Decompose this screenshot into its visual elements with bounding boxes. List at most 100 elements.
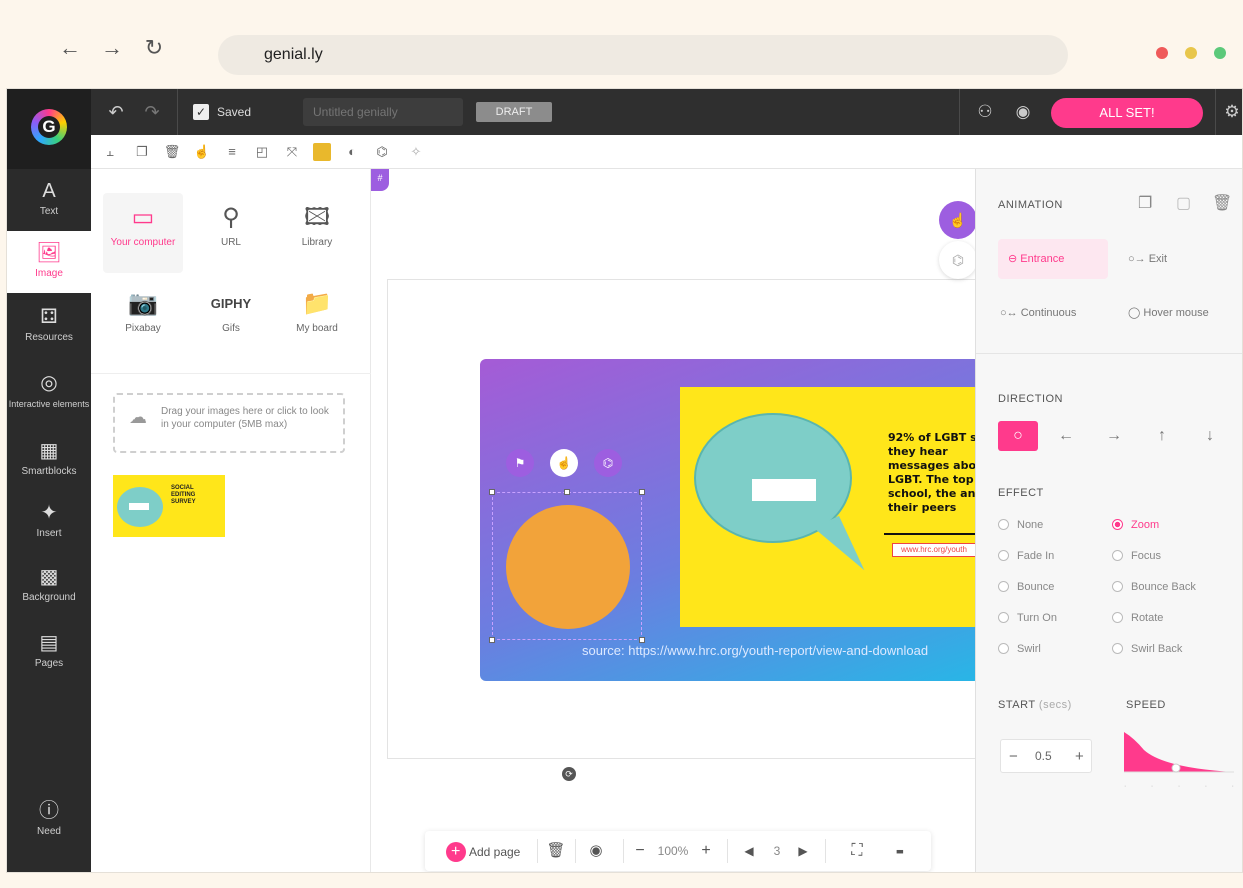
effect-option[interactable]: Bounce Back xyxy=(1112,581,1196,593)
color-swatch[interactable] xyxy=(313,143,331,161)
sidebar-item-pages[interactable]: ▤ Pages xyxy=(7,621,91,683)
settings-gear-icon[interactable]: ⚙ xyxy=(1219,89,1242,135)
direction-left-button[interactable]: ← xyxy=(1046,421,1086,451)
effect-option[interactable]: Fade In xyxy=(998,550,1054,562)
source-url[interactable]: ⚲ URL xyxy=(191,193,271,273)
radio-button xyxy=(998,612,1009,623)
element-tag-icon[interactable]: ⚑ xyxy=(506,449,534,477)
start-delay-value[interactable]: 0.5 xyxy=(1035,749,1052,763)
direction-up-button[interactable]: ↑ xyxy=(1142,421,1182,451)
delete-icon[interactable]: 🗑 xyxy=(163,143,181,161)
paste-animation-icon[interactable]: ▢ xyxy=(1176,193,1191,213)
animation-entrance[interactable]: ⊖ Entrance xyxy=(998,239,1108,279)
element-link-icon[interactable]: ⌬ xyxy=(594,449,622,477)
delete-page-icon[interactable]: 🗑 xyxy=(543,831,569,871)
giphy-logo-icon: GIPHY xyxy=(210,296,252,311)
source-my-board[interactable]: 📁 My board xyxy=(277,279,357,359)
sidebar-item-background[interactable]: ▩ Background xyxy=(7,555,91,617)
floating-interactivity-icon[interactable]: ☝ xyxy=(939,201,977,239)
floating-animation-icon[interactable]: ⌬ xyxy=(939,241,977,279)
layers-icon[interactable]: ≡ xyxy=(223,143,241,161)
direction-center-button[interactable]: ○ xyxy=(998,421,1038,451)
next-page-icon[interactable]: ▶ xyxy=(793,831,813,871)
opacity-icon[interactable]: ◐ xyxy=(343,143,361,161)
share-user-icon[interactable]: ⚇ xyxy=(967,89,1003,135)
effect-option[interactable]: None xyxy=(998,519,1043,531)
effect-option[interactable]: Swirl Back xyxy=(1112,643,1182,655)
animation-magic-icon[interactable]: ✧ xyxy=(407,143,425,161)
zoom-in-button[interactable]: + xyxy=(697,831,715,871)
interactive-elements-icon: ◎ xyxy=(40,372,58,394)
animation-icon[interactable]: ⌬ xyxy=(373,143,391,161)
sidebar-item-text[interactable]: A Text xyxy=(7,169,91,231)
effect-label: Bounce Back xyxy=(1131,581,1196,593)
project-name-input[interactable] xyxy=(303,98,463,126)
source-pixabay[interactable]: 📷 Pixabay xyxy=(103,279,183,359)
sidebar-item-insert[interactable]: ✦ Insert xyxy=(7,491,91,553)
rotate-handle-icon[interactable]: ⟳ xyxy=(562,767,576,781)
undo-icon[interactable]: ↶ xyxy=(101,89,131,135)
effect-option[interactable]: Bounce xyxy=(998,581,1054,593)
sidebar-item-resources[interactable]: ⚃ Resources xyxy=(7,295,91,357)
forward-icon[interactable]: → xyxy=(100,37,124,59)
back-icon[interactable]: ← xyxy=(58,37,82,59)
resize-handle[interactable] xyxy=(489,489,495,495)
animation-continuous[interactable]: ○↔ Continuous xyxy=(1000,293,1116,333)
interactivity-icon[interactable]: ☝ xyxy=(193,143,211,161)
stepper-minus-button[interactable]: − xyxy=(1009,748,1018,765)
prev-page-icon[interactable]: ◀ xyxy=(739,831,759,871)
animation-hover-mouse[interactable]: ◯ Hover mouse xyxy=(1128,293,1228,333)
slide-link-label[interactable]: www.hrc.org/youth xyxy=(892,543,976,557)
source-library[interactable]: 🖾 Library xyxy=(277,193,357,273)
genially-logo[interactable]: G xyxy=(7,89,91,169)
effect-option[interactable]: Rotate xyxy=(1112,612,1163,624)
hover-icon: ◯ xyxy=(1128,307,1144,319)
effect-option[interactable]: Turn On xyxy=(998,612,1057,624)
fit-screen-icon[interactable]: ⛶ xyxy=(845,831,869,871)
slide-headline[interactable]: 92% of LGBT say they hear messages about… xyxy=(888,431,980,515)
uploaded-image-thumbnail[interactable]: SOCIAL EDITING SURVEY xyxy=(113,475,225,537)
resize-handle[interactable] xyxy=(564,489,570,495)
reload-icon[interactable]: ↻ xyxy=(142,37,166,59)
stepper-plus-button[interactable]: + xyxy=(1075,748,1084,765)
speed-curve-chart[interactable] xyxy=(1124,732,1234,778)
grid-view-icon[interactable]: ▪▪ xyxy=(883,831,915,871)
canvas-area[interactable]: # 92% of LGBT say they hear messages abo… xyxy=(371,169,987,872)
resize-handle[interactable] xyxy=(639,637,645,643)
sidebar-item-help[interactable]: ⓘ Need xyxy=(7,789,91,851)
start-delay-stepper[interactable]: − 0.5 + xyxy=(1000,739,1092,773)
slide[interactable]: 92% of LGBT say they hear messages about… xyxy=(480,359,980,681)
resize-handle[interactable] xyxy=(639,489,645,495)
direction-right-button[interactable]: → xyxy=(1094,421,1134,451)
align-icon[interactable]: ⫠ xyxy=(101,143,119,161)
address-bar[interactable]: genial.ly xyxy=(218,35,1068,75)
image-dropzone[interactable]: ☁ Drag your images here or click to look… xyxy=(113,393,345,453)
source-your-computer[interactable]: ▭ Your computer xyxy=(103,193,183,273)
animation-exit[interactable]: ○→ Exit xyxy=(1128,239,1228,279)
effect-option[interactable]: Swirl xyxy=(998,643,1041,655)
main-sidebar: G A Text 🖼 Image ⚃ Resources ◎ Interacti… xyxy=(7,89,91,872)
sidebar-item-label: Interactive elements xyxy=(8,399,90,409)
slide-source-text[interactable]: source: https://www.hrc.org/youth-report… xyxy=(582,643,928,658)
copy-animation-icon[interactable]: ❐ xyxy=(1138,193,1152,213)
source-gifs[interactable]: GIPHY Gifs xyxy=(191,279,271,359)
all-set-button[interactable]: ALL SET! xyxy=(1051,98,1203,128)
add-page-button[interactable]: + Add page xyxy=(435,831,531,871)
preview-eye-icon[interactable]: ◉ xyxy=(1005,89,1041,135)
delete-animation-icon[interactable]: 🗑 xyxy=(1212,193,1232,213)
effect-option-selected[interactable]: Zoom xyxy=(1112,519,1159,531)
transform-icon[interactable]: ⤧ xyxy=(283,143,301,161)
direction-down-button[interactable]: ↓ xyxy=(1190,421,1230,451)
crop-icon[interactable]: ◰ xyxy=(253,143,271,161)
sidebar-item-image[interactable]: 🖼 Image xyxy=(7,231,91,293)
preview-eye-icon[interactable]: ◉ xyxy=(583,831,609,871)
orange-circle-shape[interactable] xyxy=(506,505,630,629)
effect-option[interactable]: Focus xyxy=(1112,550,1161,562)
duplicate-icon[interactable]: ❐ xyxy=(133,143,151,161)
sidebar-item-smartblocks[interactable]: ▦ Smartblocks xyxy=(7,429,91,491)
sidebar-item-interactive-elements[interactable]: ◎ Interactive elements xyxy=(7,361,91,423)
resize-handle[interactable] xyxy=(489,637,495,643)
element-interactivity-icon[interactable]: ☝ xyxy=(550,449,578,477)
redo-icon[interactable]: ↷ xyxy=(137,89,167,135)
zoom-out-button[interactable]: − xyxy=(631,831,649,871)
